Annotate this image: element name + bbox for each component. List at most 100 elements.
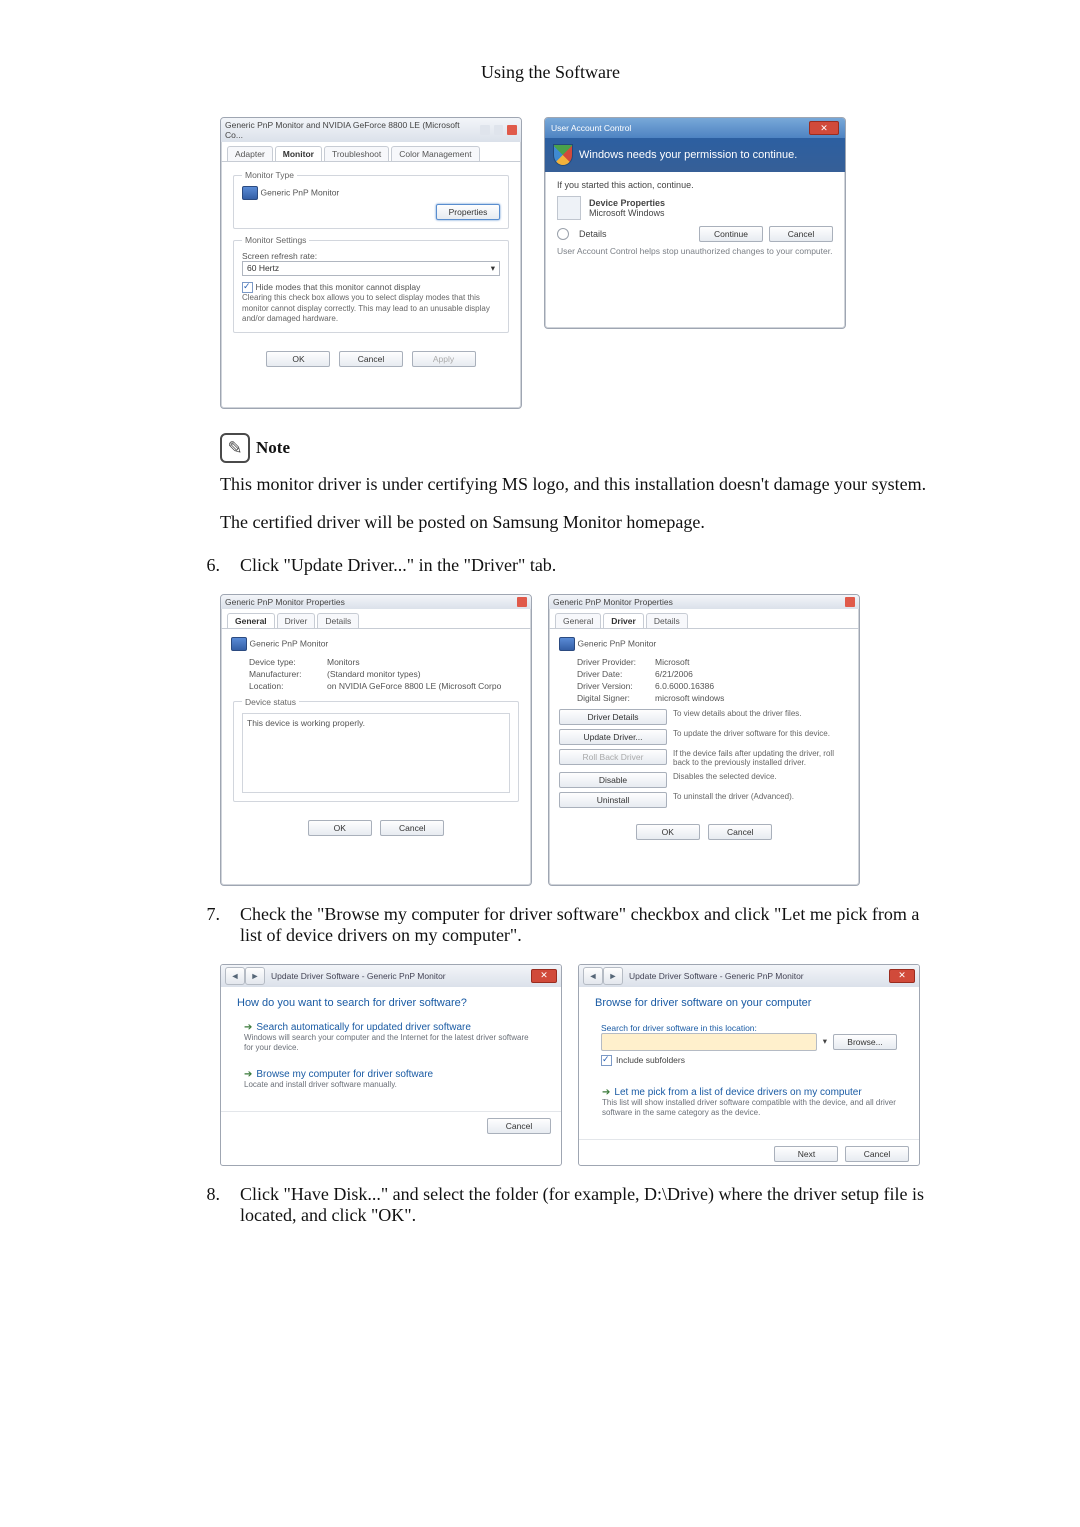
label-location: Location: (249, 681, 327, 691)
monitor-settings-group: Monitor Settings Screen refresh rate: 60… (233, 235, 509, 333)
value-provider: Microsoft (655, 657, 689, 667)
monitor-type-value: Generic PnP Monitor (261, 187, 340, 197)
cancel-button[interactable]: Cancel (380, 820, 444, 836)
tab-monitor[interactable]: Monitor (275, 146, 322, 161)
monitor-icon (231, 637, 247, 651)
label-date: Driver Date: (577, 669, 655, 679)
device-name: Generic PnP Monitor (578, 638, 657, 648)
step-text-7: Check the "Browse my computer for driver… (240, 904, 935, 946)
value-manufacturer: (Standard monitor types) (327, 669, 421, 679)
hide-modes-label: Hide modes that this monitor cannot disp… (256, 282, 421, 292)
tab-adapter[interactable]: Adapter (227, 146, 273, 161)
search-location-label: Search for driver software in this locat… (601, 1023, 897, 1033)
tab-driver[interactable]: Driver (277, 613, 316, 628)
browse-button[interactable]: Browse... (833, 1034, 897, 1050)
note-icon: ✎ (220, 433, 250, 463)
tab-driver[interactable]: Driver (603, 613, 644, 628)
value-version: 6.0.6000.16386 (655, 681, 714, 691)
update-driver-wizard-how: ◄ ► Update Driver Software - Generic PnP… (220, 964, 562, 1166)
label-device-type: Device type: (249, 657, 327, 667)
figure-row-1: Generic PnP Monitor and NVIDIA GeForce 8… (166, 117, 935, 409)
note-label: Note (256, 438, 290, 458)
next-button[interactable]: Next (774, 1146, 838, 1162)
hide-modes-description: Clearing this check box allows you to se… (242, 293, 500, 324)
close-icon[interactable] (845, 597, 855, 607)
uac-item-title: Device Properties (589, 198, 665, 208)
continue-button[interactable]: Continue (699, 226, 763, 242)
refresh-rate-dropdown[interactable]: 60 Hertz ▾ (242, 261, 500, 276)
option-let-me-pick[interactable]: ➔Let me pick from a list of device drive… (595, 1082, 903, 1123)
uac-program-item: Device Properties Microsoft Windows (557, 196, 833, 220)
option-search-auto[interactable]: ➔Search automatically for updated driver… (237, 1017, 545, 1058)
tab-details[interactable]: Details (317, 613, 359, 628)
cancel-button[interactable]: Cancel (845, 1146, 909, 1162)
note-paragraph-2: The certified driver will be posted on S… (220, 509, 935, 537)
back-button[interactable]: ◄ (583, 967, 603, 985)
cancel-button[interactable]: Cancel (769, 226, 833, 242)
include-subfolders-checkbox[interactable] (601, 1055, 612, 1066)
uac-banner: Windows needs your permission to continu… (545, 138, 845, 172)
display-properties-dialog: Generic PnP Monitor and NVIDIA GeForce 8… (220, 117, 522, 409)
update-driver-wizard-browse: ◄ ► Update Driver Software - Generic PnP… (578, 964, 920, 1166)
uac-footer-text: User Account Control helps stop unauthor… (557, 246, 833, 256)
close-icon[interactable] (517, 597, 527, 607)
tab-general[interactable]: General (555, 613, 601, 628)
option-title: Browse my computer for driver software (256, 1069, 433, 1080)
driver-details-button[interactable]: Driver Details (559, 709, 667, 725)
cancel-button[interactable]: Cancel (339, 351, 403, 367)
tab-details[interactable]: Details (646, 613, 688, 628)
maximize-icon[interactable] (494, 125, 504, 135)
disable-desc: Disables the selected device. (673, 772, 849, 782)
tab-color-management[interactable]: Color Management (391, 146, 479, 161)
details-link[interactable]: Details (575, 229, 693, 239)
wizard-heading: Browse for driver software on your compu… (595, 997, 903, 1009)
tab-troubleshoot[interactable]: Troubleshoot (324, 146, 389, 161)
disclosure-icon[interactable] (557, 228, 569, 240)
close-icon[interactable]: ✕ (531, 969, 557, 983)
ok-button[interactable]: OK (308, 820, 372, 836)
step-number-7: 7. (166, 904, 240, 946)
refresh-rate-label: Screen refresh rate: (242, 251, 500, 261)
ok-button[interactable]: OK (636, 824, 700, 840)
back-button[interactable]: ◄ (225, 967, 245, 985)
device-properties-driver-dialog: Generic PnP Monitor Properties General D… (548, 594, 860, 886)
search-location-input[interactable] (601, 1033, 817, 1051)
uac-item-publisher: Microsoft Windows (589, 208, 665, 218)
uninstall-desc: To uninstall the driver (Advanced). (673, 792, 849, 802)
disable-button[interactable]: Disable (559, 772, 667, 788)
arrow-icon: ➔ (244, 1022, 252, 1033)
apply-button[interactable]: Apply (412, 351, 476, 367)
roll-back-driver-button[interactable]: Roll Back Driver (559, 749, 667, 765)
cancel-button[interactable]: Cancel (487, 1118, 551, 1134)
tab-general[interactable]: General (227, 613, 275, 628)
chevron-down-icon: ▾ (491, 263, 495, 274)
properties-button[interactable]: Properties (436, 204, 500, 220)
update-driver-button[interactable]: Update Driver... (559, 729, 667, 745)
wizard-heading: How do you want to search for driver sof… (237, 997, 545, 1009)
value-location: on NVIDIA GeForce 8800 LE (Microsoft Cor… (327, 681, 501, 691)
uac-title-text: User Account Control (551, 123, 631, 133)
forward-button[interactable]: ► (245, 967, 265, 985)
dropdown-icon[interactable]: ▾ (823, 1036, 827, 1047)
include-subfolders-label: Include subfolders (616, 1055, 685, 1065)
close-icon[interactable] (507, 125, 517, 135)
arrow-icon: ➔ (244, 1069, 252, 1080)
minimize-icon[interactable] (480, 125, 490, 135)
uninstall-button[interactable]: Uninstall (559, 792, 667, 808)
uac-started-text: If you started this action, continue. (557, 180, 833, 190)
update-driver-desc: To update the driver software for this d… (673, 729, 849, 739)
cancel-button[interactable]: Cancel (708, 824, 772, 840)
ok-button[interactable]: OK (266, 351, 330, 367)
close-icon[interactable]: ✕ (889, 969, 915, 983)
step-number-6: 6. (166, 555, 240, 576)
forward-button[interactable]: ► (603, 967, 623, 985)
step-text-8: Click "Have Disk..." and select the fold… (240, 1184, 935, 1226)
label-provider: Driver Provider: (577, 657, 655, 667)
option-browse-computer[interactable]: ➔Browse my computer for driver software … (237, 1064, 545, 1095)
uac-banner-text: Windows needs your permission to continu… (579, 149, 797, 161)
monitor-type-group: Monitor Type Generic PnP Monitor Propert… (233, 170, 509, 229)
close-icon[interactable]: ✕ (809, 121, 839, 135)
device-status-text: This device is working properly. (242, 713, 510, 793)
device-status-group: Device status This device is working pro… (233, 697, 519, 802)
hide-modes-checkbox[interactable] (242, 282, 253, 293)
